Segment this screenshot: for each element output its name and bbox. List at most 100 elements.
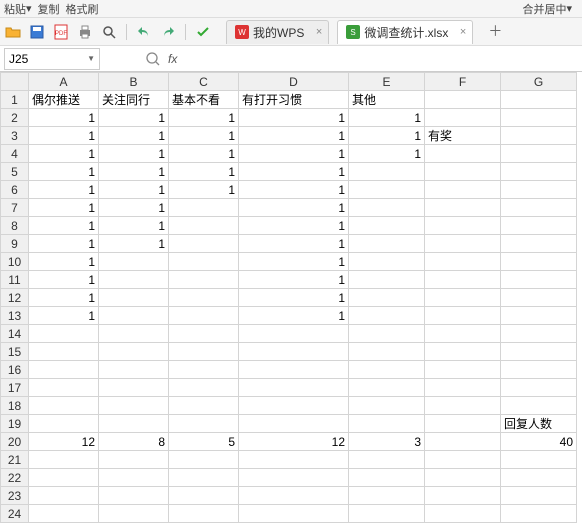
- row-header[interactable]: 14: [1, 325, 29, 343]
- cell-D10[interactable]: 1: [239, 253, 349, 271]
- cell-C21[interactable]: [169, 451, 239, 469]
- cell-D16[interactable]: [239, 361, 349, 379]
- cell-C24[interactable]: [169, 505, 239, 523]
- cell-F23[interactable]: [425, 487, 501, 505]
- cell-C8[interactable]: [169, 217, 239, 235]
- cell-E12[interactable]: [349, 289, 425, 307]
- cell-C4[interactable]: 1: [169, 145, 239, 163]
- cell-A19[interactable]: [29, 415, 99, 433]
- column-header-E[interactable]: E: [349, 73, 425, 91]
- cell-D24[interactable]: [239, 505, 349, 523]
- cell-E8[interactable]: [349, 217, 425, 235]
- cell-F22[interactable]: [425, 469, 501, 487]
- cell-F24[interactable]: [425, 505, 501, 523]
- cell-B10[interactable]: [99, 253, 169, 271]
- cell-E9[interactable]: [349, 235, 425, 253]
- cell-G11[interactable]: [501, 271, 577, 289]
- print-preview-icon[interactable]: [100, 23, 118, 41]
- row-header[interactable]: 20: [1, 433, 29, 451]
- save-icon[interactable]: [28, 23, 46, 41]
- cell-A7[interactable]: 1: [29, 199, 99, 217]
- cell-B13[interactable]: [99, 307, 169, 325]
- cell-E4[interactable]: 1: [349, 145, 425, 163]
- row-header[interactable]: 13: [1, 307, 29, 325]
- row-header[interactable]: 17: [1, 379, 29, 397]
- cell-G15[interactable]: [501, 343, 577, 361]
- chevron-down-icon[interactable]: ▼: [87, 54, 95, 63]
- cell-F14[interactable]: [425, 325, 501, 343]
- cell-A2[interactable]: 1: [29, 109, 99, 127]
- cell-D3[interactable]: 1: [239, 127, 349, 145]
- cell-B1[interactable]: 关注同行: [99, 91, 169, 109]
- cell-D7[interactable]: 1: [239, 199, 349, 217]
- row-header[interactable]: 21: [1, 451, 29, 469]
- cell-A9[interactable]: 1: [29, 235, 99, 253]
- cell-F19[interactable]: [425, 415, 501, 433]
- column-header-C[interactable]: C: [169, 73, 239, 91]
- cell-G23[interactable]: [501, 487, 577, 505]
- cell-A24[interactable]: [29, 505, 99, 523]
- cell-G4[interactable]: [501, 145, 577, 163]
- row-header[interactable]: 2: [1, 109, 29, 127]
- row-header[interactable]: 7: [1, 199, 29, 217]
- cell-E16[interactable]: [349, 361, 425, 379]
- row-header[interactable]: 4: [1, 145, 29, 163]
- cell-C22[interactable]: [169, 469, 239, 487]
- cell-D20[interactable]: 12: [239, 433, 349, 451]
- cell-D8[interactable]: 1: [239, 217, 349, 235]
- cell-A17[interactable]: [29, 379, 99, 397]
- cell-B24[interactable]: [99, 505, 169, 523]
- cell-G19[interactable]: 回复人数: [501, 415, 577, 433]
- cell-E15[interactable]: [349, 343, 425, 361]
- cell-F12[interactable]: [425, 289, 501, 307]
- cell-B11[interactable]: [99, 271, 169, 289]
- cell-A10[interactable]: 1: [29, 253, 99, 271]
- pdf-icon[interactable]: PDF: [52, 23, 70, 41]
- row-header[interactable]: 15: [1, 343, 29, 361]
- row-header[interactable]: 23: [1, 487, 29, 505]
- column-header-A[interactable]: A: [29, 73, 99, 91]
- cell-C3[interactable]: 1: [169, 127, 239, 145]
- cell-D5[interactable]: 1: [239, 163, 349, 181]
- cell-C5[interactable]: 1: [169, 163, 239, 181]
- select-all-corner[interactable]: [1, 73, 29, 91]
- redo-icon[interactable]: [159, 23, 177, 41]
- checkmark-icon[interactable]: [194, 23, 212, 41]
- cell-C13[interactable]: [169, 307, 239, 325]
- cell-F11[interactable]: [425, 271, 501, 289]
- row-header[interactable]: 3: [1, 127, 29, 145]
- cell-E3[interactable]: 1: [349, 127, 425, 145]
- tab-spreadsheet-file[interactable]: S 微调查统计.xlsx ×: [337, 20, 473, 44]
- row-header[interactable]: 8: [1, 217, 29, 235]
- cell-D12[interactable]: 1: [239, 289, 349, 307]
- cell-C20[interactable]: 5: [169, 433, 239, 451]
- cell-G9[interactable]: [501, 235, 577, 253]
- row-header[interactable]: 18: [1, 397, 29, 415]
- cell-A13[interactable]: 1: [29, 307, 99, 325]
- row-header[interactable]: 11: [1, 271, 29, 289]
- cell-A16[interactable]: [29, 361, 99, 379]
- cell-G20[interactable]: 40: [501, 433, 577, 451]
- cell-B22[interactable]: [99, 469, 169, 487]
- row-header[interactable]: 22: [1, 469, 29, 487]
- cell-F18[interactable]: [425, 397, 501, 415]
- row-header[interactable]: 1: [1, 91, 29, 109]
- column-header-B[interactable]: B: [99, 73, 169, 91]
- cell-B2[interactable]: 1: [99, 109, 169, 127]
- cell-A12[interactable]: 1: [29, 289, 99, 307]
- cell-G17[interactable]: [501, 379, 577, 397]
- column-header-G[interactable]: G: [501, 73, 577, 91]
- cell-C15[interactable]: [169, 343, 239, 361]
- cell-E20[interactable]: 3: [349, 433, 425, 451]
- cell-A8[interactable]: 1: [29, 217, 99, 235]
- fx-button[interactable]: fx: [168, 52, 177, 66]
- cell-E19[interactable]: [349, 415, 425, 433]
- tab-wps-home[interactable]: W 我的WPS ×: [226, 20, 329, 44]
- cell-F4[interactable]: [425, 145, 501, 163]
- cell-E22[interactable]: [349, 469, 425, 487]
- cell-B16[interactable]: [99, 361, 169, 379]
- cell-D2[interactable]: 1: [239, 109, 349, 127]
- cell-E13[interactable]: [349, 307, 425, 325]
- cell-E10[interactable]: [349, 253, 425, 271]
- cell-D6[interactable]: 1: [239, 181, 349, 199]
